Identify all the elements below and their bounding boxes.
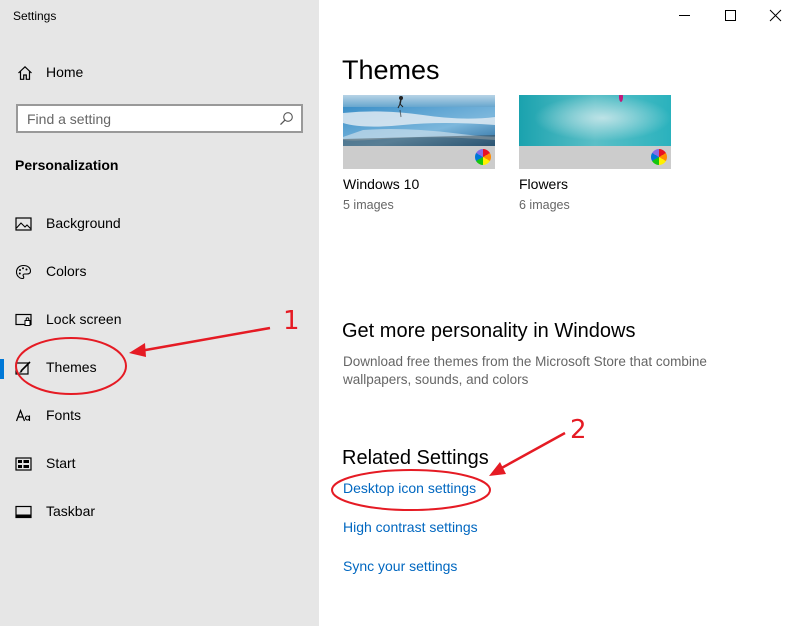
sidebar-item-label: Themes xyxy=(46,359,97,375)
related-settings-heading: Related Settings xyxy=(342,447,489,469)
sidebar-item-label: Colors xyxy=(46,263,87,279)
maximize-button[interactable] xyxy=(715,4,745,26)
theme-thumbnail xyxy=(343,95,495,169)
annotation-arrow-2 xyxy=(497,431,566,472)
close-icon xyxy=(769,9,782,22)
taskbar-icon xyxy=(15,505,32,519)
start-icon xyxy=(15,457,32,471)
page-title: Themes xyxy=(342,55,440,85)
sidebar-item-lock-screen[interactable]: Lock screen xyxy=(0,302,319,338)
home-icon xyxy=(18,65,32,80)
sidebar-item-taskbar[interactable]: Taskbar xyxy=(0,494,319,530)
sync-settings-link[interactable]: Sync your settings xyxy=(343,558,457,574)
maximize-icon xyxy=(725,10,736,21)
get-more-description: Download free themes from the Microsoft … xyxy=(343,354,707,387)
theme-name: Windows 10 xyxy=(343,176,420,192)
sidebar-item-colors[interactable]: Colors xyxy=(0,254,319,290)
minimize-icon xyxy=(679,15,690,16)
theme-card-flowers[interactable]: Flowers 6 images xyxy=(519,95,671,212)
annotation-number-2: 2 xyxy=(570,415,587,445)
high-contrast-settings-link[interactable]: High contrast settings xyxy=(343,519,478,535)
annotation-arrowhead-2 xyxy=(489,462,506,476)
sidebar-item-themes[interactable]: Themes xyxy=(0,350,319,386)
palette-icon xyxy=(15,264,32,280)
get-more-heading: Get more personality in Windows xyxy=(342,320,636,342)
sidebar-item-label: Start xyxy=(46,455,76,471)
theme-name: Flowers xyxy=(519,176,569,192)
search-icon[interactable] xyxy=(279,111,294,126)
annotation-number-1: 1 xyxy=(283,306,300,336)
search-input[interactable]: Find a setting xyxy=(16,104,303,133)
sidebar-item-fonts[interactable]: Fonts xyxy=(0,398,319,434)
fonts-icon xyxy=(15,408,31,422)
color-wheel-icon xyxy=(651,149,667,165)
sidebar-item-label: Taskbar xyxy=(46,503,96,519)
sidebar-item-start[interactable]: Start xyxy=(0,446,319,482)
theme-thumbnail xyxy=(519,95,671,169)
sidebar: Settings Home Find a setting Personaliza… xyxy=(0,0,319,626)
theme-color-strip xyxy=(519,146,671,169)
search-placeholder: Find a setting xyxy=(27,111,112,127)
theme-image-count: 5 images xyxy=(343,198,394,212)
sidebar-item-label: Lock screen xyxy=(46,311,122,327)
window-title: Settings xyxy=(13,9,57,23)
paintbrush-icon xyxy=(15,361,31,375)
sidebar-item-label: Background xyxy=(46,215,121,231)
nav-home-label: Home xyxy=(46,64,84,80)
nav-home[interactable]: Home xyxy=(0,58,319,86)
picture-icon xyxy=(15,217,32,231)
theme-color-strip xyxy=(343,146,495,169)
color-wheel-icon xyxy=(475,149,491,165)
close-button[interactable] xyxy=(760,4,790,26)
sidebar-item-background[interactable]: Background xyxy=(0,206,319,242)
theme-image-count: 6 images xyxy=(519,198,570,212)
theme-card-windows-10[interactable]: Windows 10 5 images xyxy=(343,95,495,212)
minimize-button[interactable] xyxy=(670,4,700,26)
desktop-icon-settings-link[interactable]: Desktop icon settings xyxy=(343,480,476,496)
sidebar-item-label: Fonts xyxy=(46,407,82,423)
lock-screen-icon xyxy=(15,313,32,326)
section-title-personalization: Personalization xyxy=(15,157,119,173)
